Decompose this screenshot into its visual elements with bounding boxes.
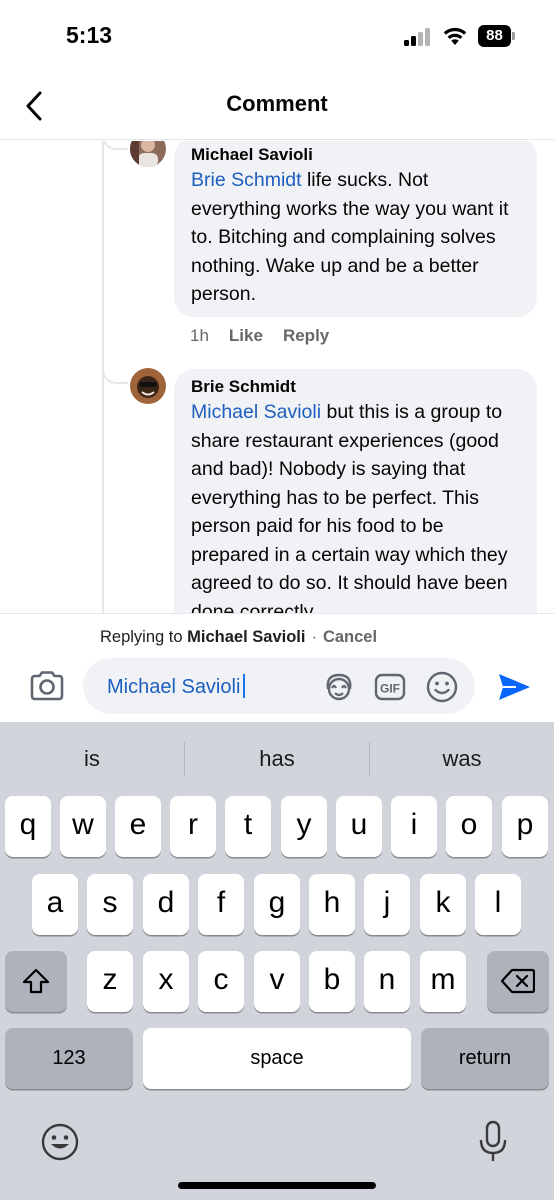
key-l[interactable]: l [475, 874, 521, 935]
replying-to-text: Replying to Michael Savioli · Cancel [100, 628, 378, 646]
avatar[interactable] [130, 141, 166, 167]
battery-icon: 88 [478, 25, 516, 47]
key-j[interactable]: j [364, 874, 410, 935]
reply-button[interactable]: Reply [283, 326, 329, 345]
comment-thread[interactable]: Michael Savioli Brie Schmidt life sucks.… [0, 141, 554, 613]
key-w[interactable]: w [60, 796, 106, 857]
key-g[interactable]: g [254, 874, 300, 935]
keyboard: is has was q w e r t y u i o p a s d f g… [0, 722, 554, 1200]
avatar-sticker-icon[interactable] [322, 671, 356, 703]
key-r[interactable]: r [170, 796, 216, 857]
comment-author[interactable]: Brie Schmidt [191, 376, 521, 398]
status-bar: 5:13 88 [0, 0, 554, 74]
comment-composer: Michael Savioli GIF [0, 655, 554, 722]
key-b[interactable]: b [309, 951, 355, 1012]
thread-connector [102, 356, 128, 384]
key-f[interactable]: f [198, 874, 244, 935]
replying-to-name: Michael Savioli [187, 628, 306, 646]
key-n[interactable]: n [364, 951, 410, 1012]
comment-text: Michael Savioli but this is a group to s… [191, 401, 508, 613]
mention-link[interactable]: Michael Savioli [191, 401, 321, 423]
shift-key[interactable] [5, 951, 67, 1012]
key-u[interactable]: u [336, 796, 382, 857]
comment-actions: 1h Like Reply [190, 326, 329, 346]
key-x[interactable]: x [143, 951, 189, 1012]
cellular-signal-icon [404, 28, 434, 46]
key-s[interactable]: s [87, 874, 133, 935]
comment-time: 1h [190, 326, 209, 345]
gif-icon[interactable]: GIF [374, 672, 406, 702]
comment-input[interactable]: Michael Savioli GIF [83, 658, 475, 714]
space-key[interactable]: space [143, 1028, 411, 1089]
status-time: 5:13 [66, 22, 113, 48]
like-button[interactable]: Like [229, 326, 263, 345]
key-m[interactable]: m [420, 951, 466, 1012]
avatar[interactable] [130, 368, 166, 404]
suggestion-item[interactable]: is [0, 746, 184, 772]
thread-connector [102, 141, 128, 150]
replying-to-bar: Replying to Michael Savioli · Cancel [0, 613, 554, 659]
key-o[interactable]: o [446, 796, 492, 857]
key-i[interactable]: i [391, 796, 437, 857]
key-h[interactable]: h [309, 874, 355, 935]
shift-icon [22, 968, 50, 994]
key-c[interactable]: c [198, 951, 244, 1012]
key-q[interactable]: q [5, 796, 51, 857]
battery-level: 88 [478, 25, 511, 47]
mention-link[interactable]: Brie Schmidt [191, 169, 302, 191]
comment-text: Brie Schmidt life sucks. Not everything … [191, 169, 509, 305]
svg-text:GIF: GIF [380, 682, 400, 696]
comment-bubble[interactable]: Michael Savioli Brie Schmidt life sucks.… [174, 141, 537, 317]
key-a[interactable]: a [32, 874, 78, 935]
delete-icon [500, 968, 536, 994]
key-d[interactable]: d [143, 874, 189, 935]
cancel-reply-button[interactable]: Cancel [323, 628, 377, 646]
dictation-mic-icon[interactable] [478, 1120, 508, 1164]
suggestion-item[interactable]: was [370, 746, 554, 772]
page-title: Comment [226, 91, 328, 116]
emoji-icon[interactable] [425, 670, 459, 704]
header: Comment [0, 74, 554, 140]
camera-icon[interactable] [29, 670, 65, 702]
key-p[interactable]: p [502, 796, 548, 857]
key-t[interactable]: t [225, 796, 271, 857]
key-e[interactable]: e [115, 796, 161, 857]
comment-bubble[interactable]: Brie Schmidt Michael Savioli but this is… [174, 369, 537, 613]
key-v[interactable]: v [254, 951, 300, 1012]
wifi-icon [443, 27, 467, 45]
send-icon[interactable] [496, 671, 532, 703]
key-z[interactable]: z [87, 951, 133, 1012]
return-key[interactable]: return [421, 1028, 549, 1089]
comment-input-value[interactable]: Michael Savioli [107, 674, 246, 699]
suggestion-item[interactable]: has [185, 746, 369, 772]
text-caret [243, 674, 246, 698]
comment-author[interactable]: Michael Savioli [191, 144, 521, 166]
numbers-key[interactable]: 123 [5, 1028, 133, 1089]
keyboard-emoji-icon[interactable] [40, 1122, 80, 1162]
autocomplete-suggestions: is has was [0, 722, 554, 796]
home-indicator [178, 1182, 376, 1189]
key-y[interactable]: y [281, 796, 327, 857]
delete-key[interactable] [487, 951, 549, 1012]
key-k[interactable]: k [420, 874, 466, 935]
